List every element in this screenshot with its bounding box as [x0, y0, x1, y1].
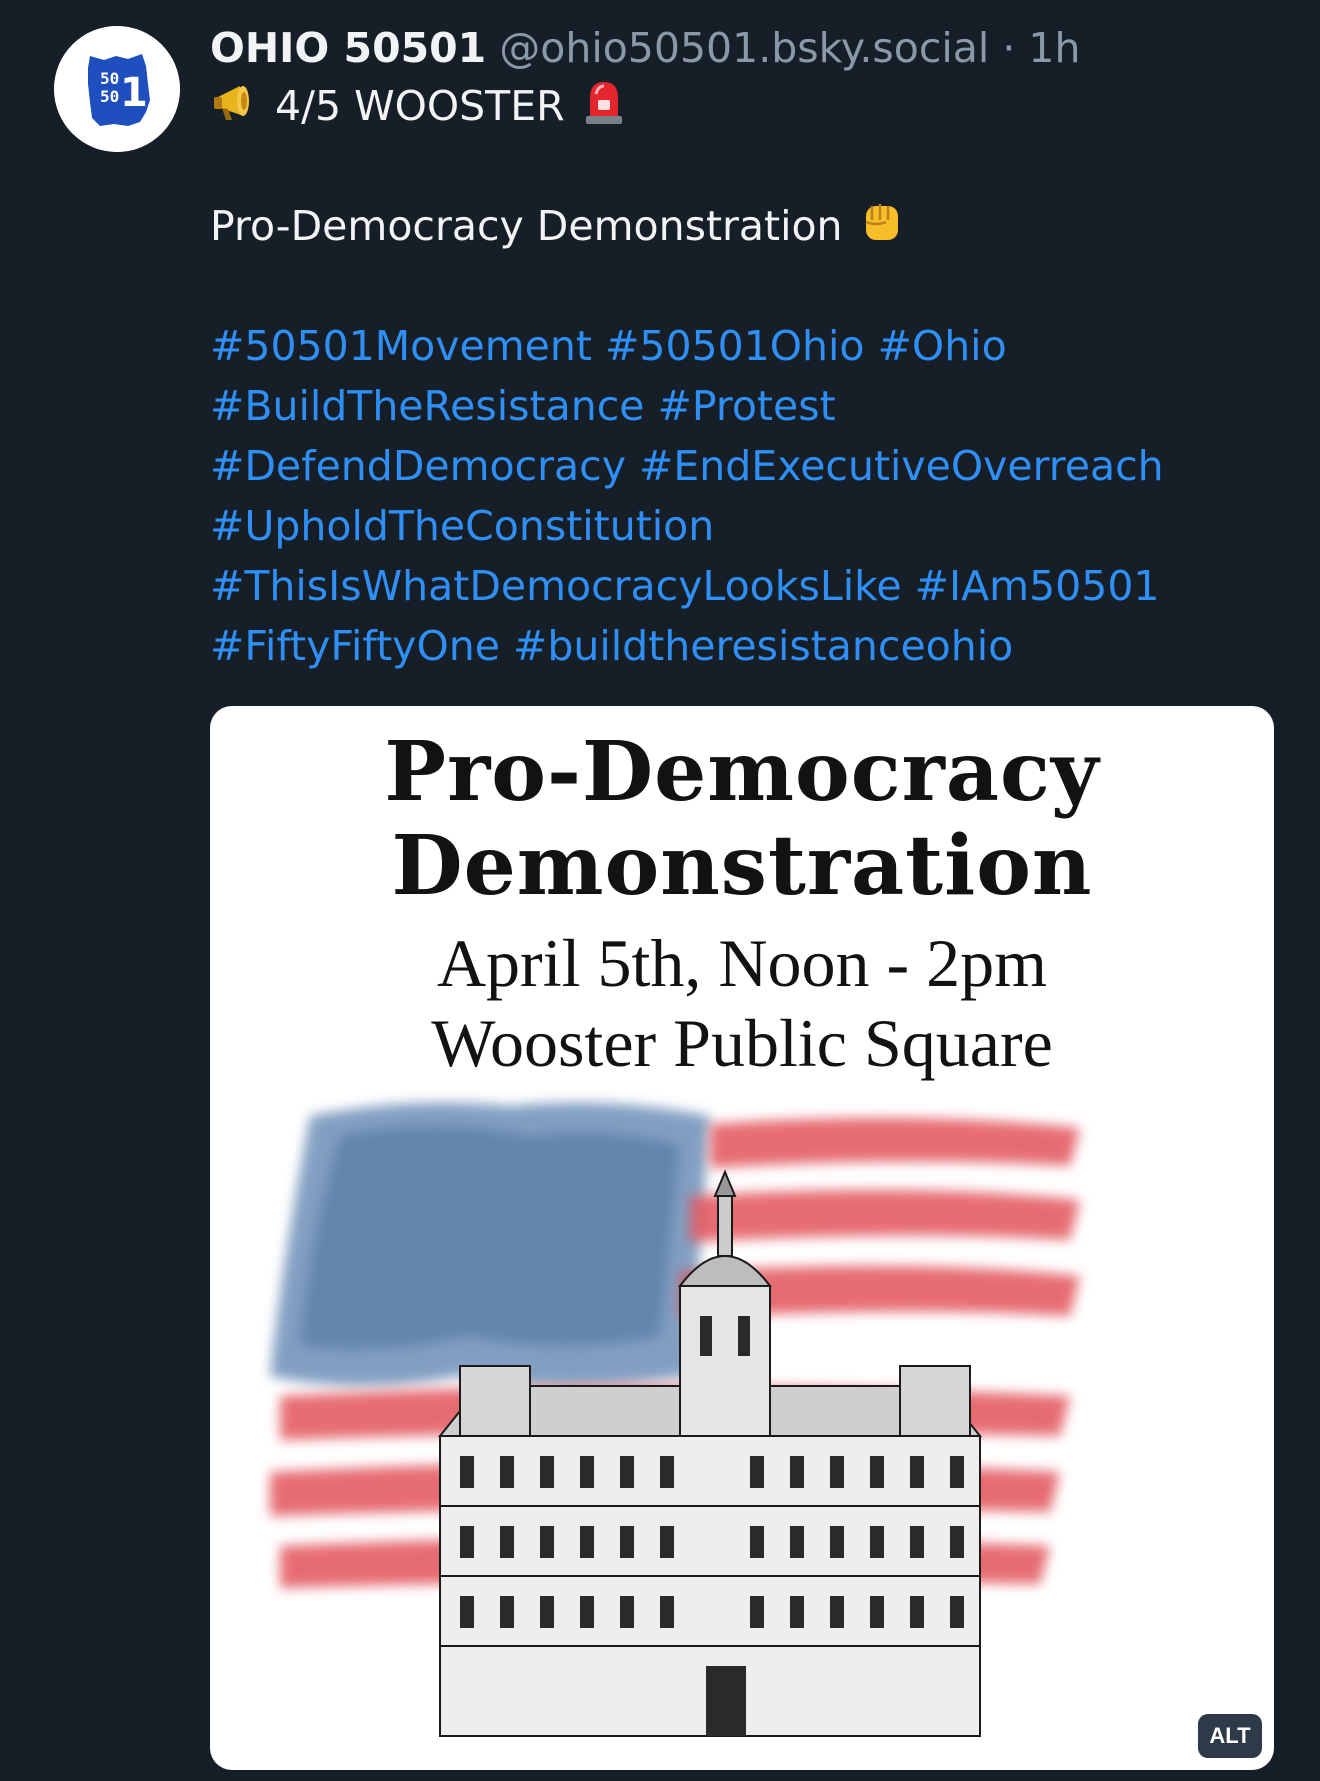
hashtag-line: #50501Movement #50501Ohio #Ohio [210, 316, 1280, 376]
post-time[interactable]: 1h [1028, 24, 1080, 72]
hashtag-line: #FiftyFiftyOne #buildtheresistanceohio [210, 616, 1280, 676]
poster-title-line-2: Demonstration [391, 818, 1093, 914]
watercolor-flag-courthouse-illustration [270, 1102, 1080, 1737]
post-header: OHIO 50501 @ohio50501.bsky.social · 1h [210, 20, 1280, 76]
hashtag-link[interactable]: #Protest [658, 382, 836, 430]
hashtag-link[interactable]: #50501Movement [210, 322, 592, 370]
poster-place-line: Wooster Public Square [431, 1005, 1053, 1081]
hashtag-link[interactable]: #Ohio [878, 322, 1007, 370]
author-display-name[interactable]: OHIO 50501 [210, 24, 486, 72]
hashtag-block: #50501Movement #50501Ohio #Ohio #BuildThe… [210, 316, 1280, 676]
avatar-text-top: 50 [100, 69, 119, 88]
hashtag-link[interactable]: #50501Ohio [605, 322, 865, 370]
hashtag-line: #ThisIsWhatDemocracyLooksLike #IAm50501 [210, 556, 1280, 616]
post: 50 50 1 OHIO 50501 @ohio50501.bsky.socia… [0, 0, 1320, 1781]
hashtag-line: #BuildTheResistance #Protest [210, 376, 1280, 436]
post-text-line-1: 4/5 WOOSTER [210, 76, 1280, 136]
hashtag-link[interactable]: #ThisIsWhatDemocracyLooksLike [210, 562, 902, 610]
ohio-50501-logo-icon: 50 50 1 [54, 26, 180, 152]
post-text-headline: 4/5 WOOSTER [275, 82, 565, 130]
separator-dot: · [1002, 24, 1016, 72]
hashtag-link[interactable]: #buildtheresistanceohio [513, 622, 1013, 670]
megaphone-icon [210, 76, 262, 128]
hashtag-line: #DefendDemocracy #EndExecutiveOverreach [210, 436, 1280, 496]
hashtag-link[interactable]: #EndExecutiveOverreach [639, 442, 1164, 490]
author-handle[interactable]: @ohio50501.bsky.social [499, 24, 989, 72]
poster-date-line: April 5th, Noon - 2pm [436, 925, 1048, 1001]
police-light-icon [578, 76, 630, 128]
alt-text-button[interactable]: ALT [1198, 1714, 1262, 1758]
post-text-line-2: Pro-Democracy Demonstration [210, 196, 1280, 256]
avatar-text-big: 1 [120, 70, 148, 116]
avatar-text-mid: 50 [100, 87, 119, 106]
hashtag-link[interactable]: #DefendDemocracy [210, 442, 626, 490]
hashtag-link[interactable]: #BuildTheResistance [210, 382, 644, 430]
post-image[interactable]: Pro-Democracy Demonstration April 5th, N… [210, 706, 1274, 1770]
poster-title-line-1: Pro-Democracy [384, 724, 1100, 820]
post-content: OHIO 50501 @ohio50501.bsky.social · 1h 4… [210, 20, 1280, 676]
hashtag-line: #UpholdTheConstitution [210, 496, 1280, 556]
raised-fist-icon [856, 196, 908, 248]
hashtag-link[interactable]: #IAm50501 [915, 562, 1160, 610]
post-text-subline: Pro-Democracy Demonstration [210, 202, 843, 250]
hashtag-link[interactable]: #UpholdTheConstitution [210, 502, 714, 550]
hashtag-link[interactable]: #FiftyFiftyOne [210, 622, 500, 670]
avatar[interactable]: 50 50 1 [54, 26, 180, 152]
